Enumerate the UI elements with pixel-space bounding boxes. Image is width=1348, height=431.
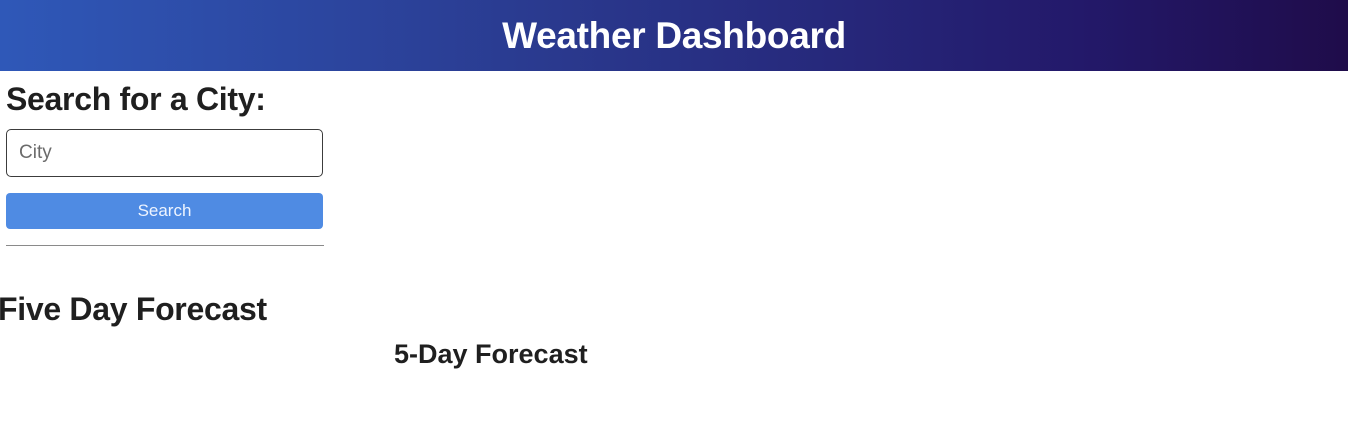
search-heading: Search for a City: [6,81,266,117]
page-header: Weather Dashboard [0,0,1348,71]
search-divider [6,245,324,246]
forecast-subheading: 5-Day Forecast [394,339,588,369]
five-day-forecast-heading: Five Day Forecast [0,291,267,327]
search-button[interactable]: Search [6,193,323,229]
page-title: Weather Dashboard [502,14,846,56]
city-search-input[interactable] [6,129,323,177]
